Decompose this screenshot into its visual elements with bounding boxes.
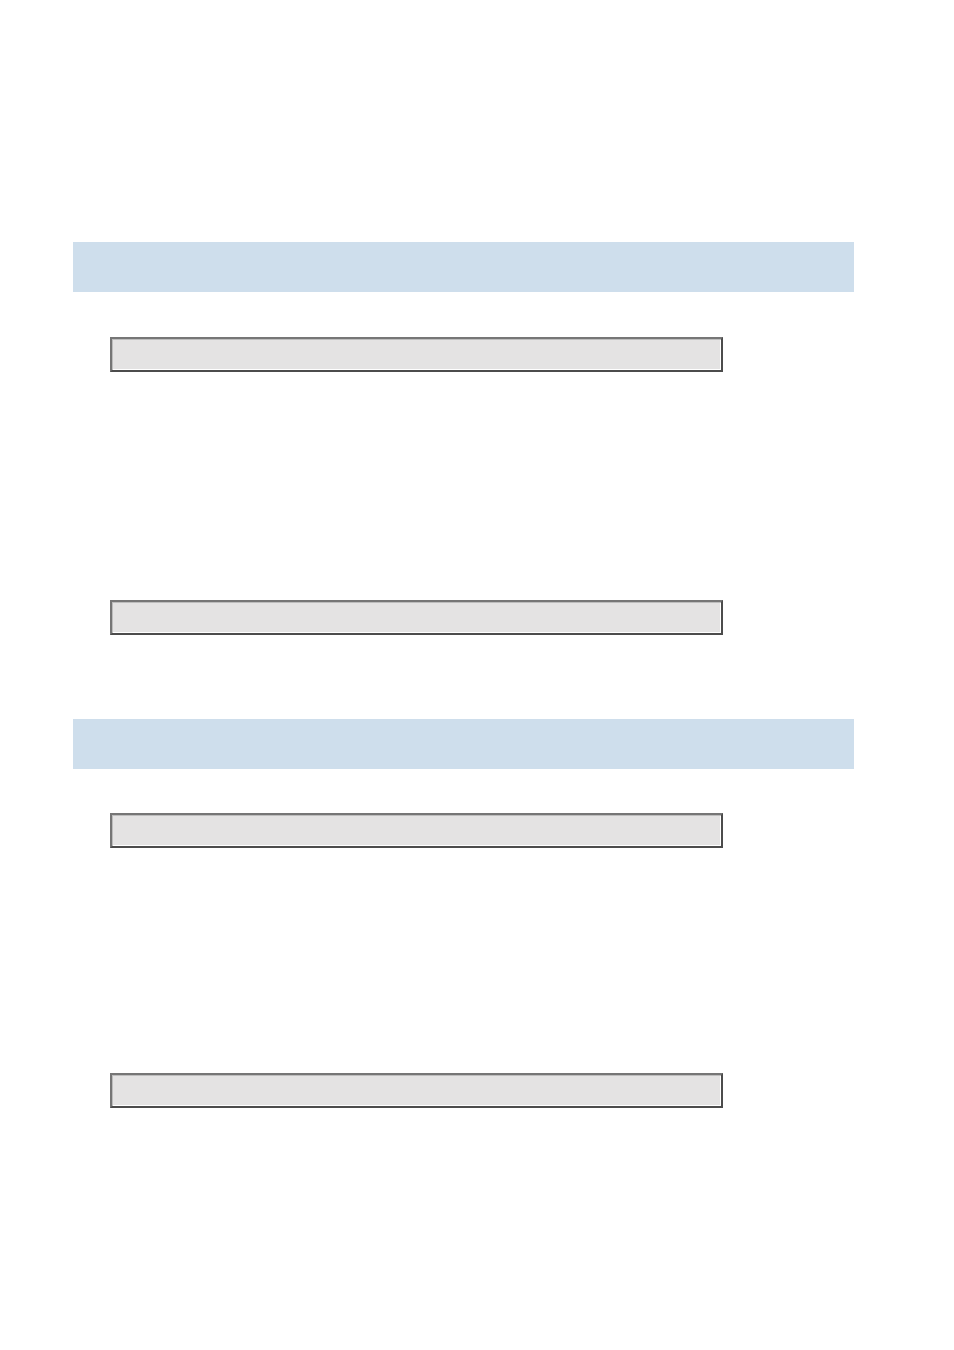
input-field-1b[interactable] <box>110 600 723 635</box>
section-header-2 <box>73 719 854 769</box>
input-field-2b[interactable] <box>110 1073 723 1108</box>
document-page <box>0 0 954 1350</box>
section-header-1 <box>73 242 854 292</box>
input-field-2a[interactable] <box>110 813 723 848</box>
input-field-1a[interactable] <box>110 337 723 372</box>
